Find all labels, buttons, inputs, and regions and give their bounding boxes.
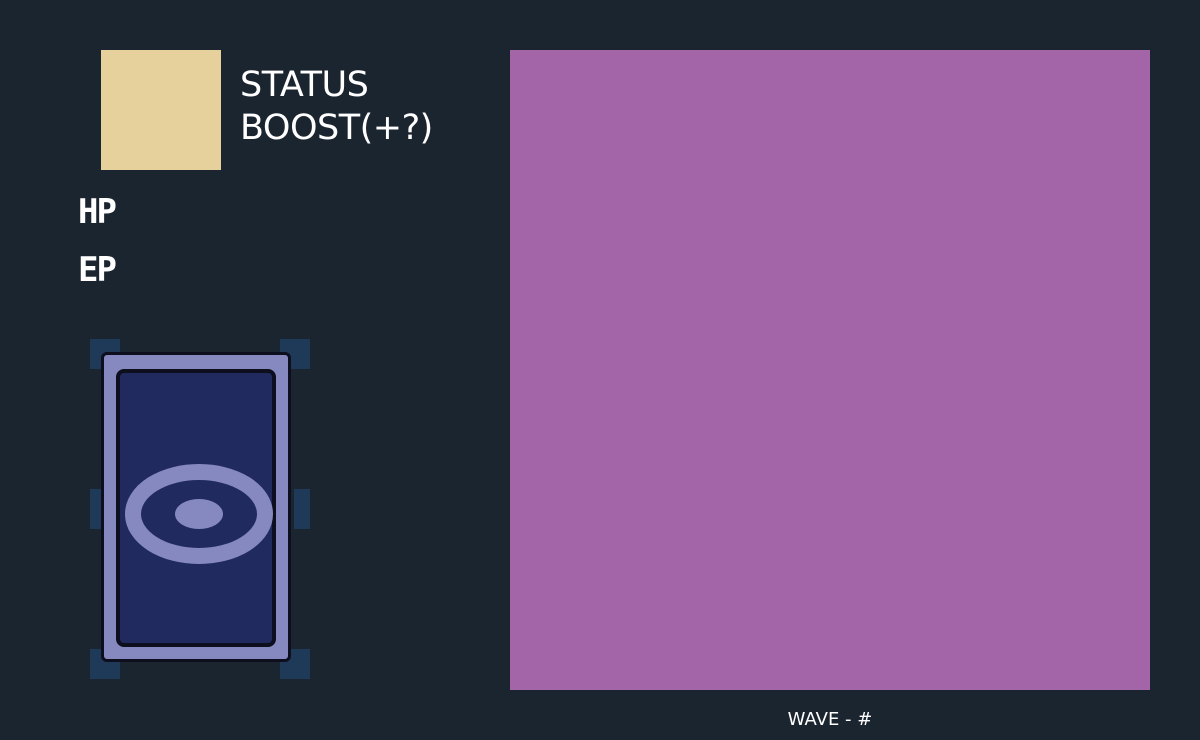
card-back[interactable] bbox=[101, 352, 291, 662]
item-name-line-2: BOOST(+?) bbox=[240, 108, 433, 148]
ep-label: EP bbox=[78, 250, 117, 290]
eye-icon bbox=[125, 464, 273, 564]
item-icon-swatch bbox=[101, 50, 221, 170]
slot-edge-marker bbox=[294, 489, 310, 529]
card-face bbox=[116, 369, 276, 647]
card-slot[interactable] bbox=[90, 339, 310, 679]
preview-panel bbox=[510, 50, 1150, 690]
wave-label: WAVE - # bbox=[787, 709, 873, 730]
item-name: STATUS BOOST(+?) bbox=[240, 64, 480, 150]
hp-label: HP bbox=[78, 192, 117, 232]
item-name-line-1: STATUS bbox=[240, 65, 369, 105]
